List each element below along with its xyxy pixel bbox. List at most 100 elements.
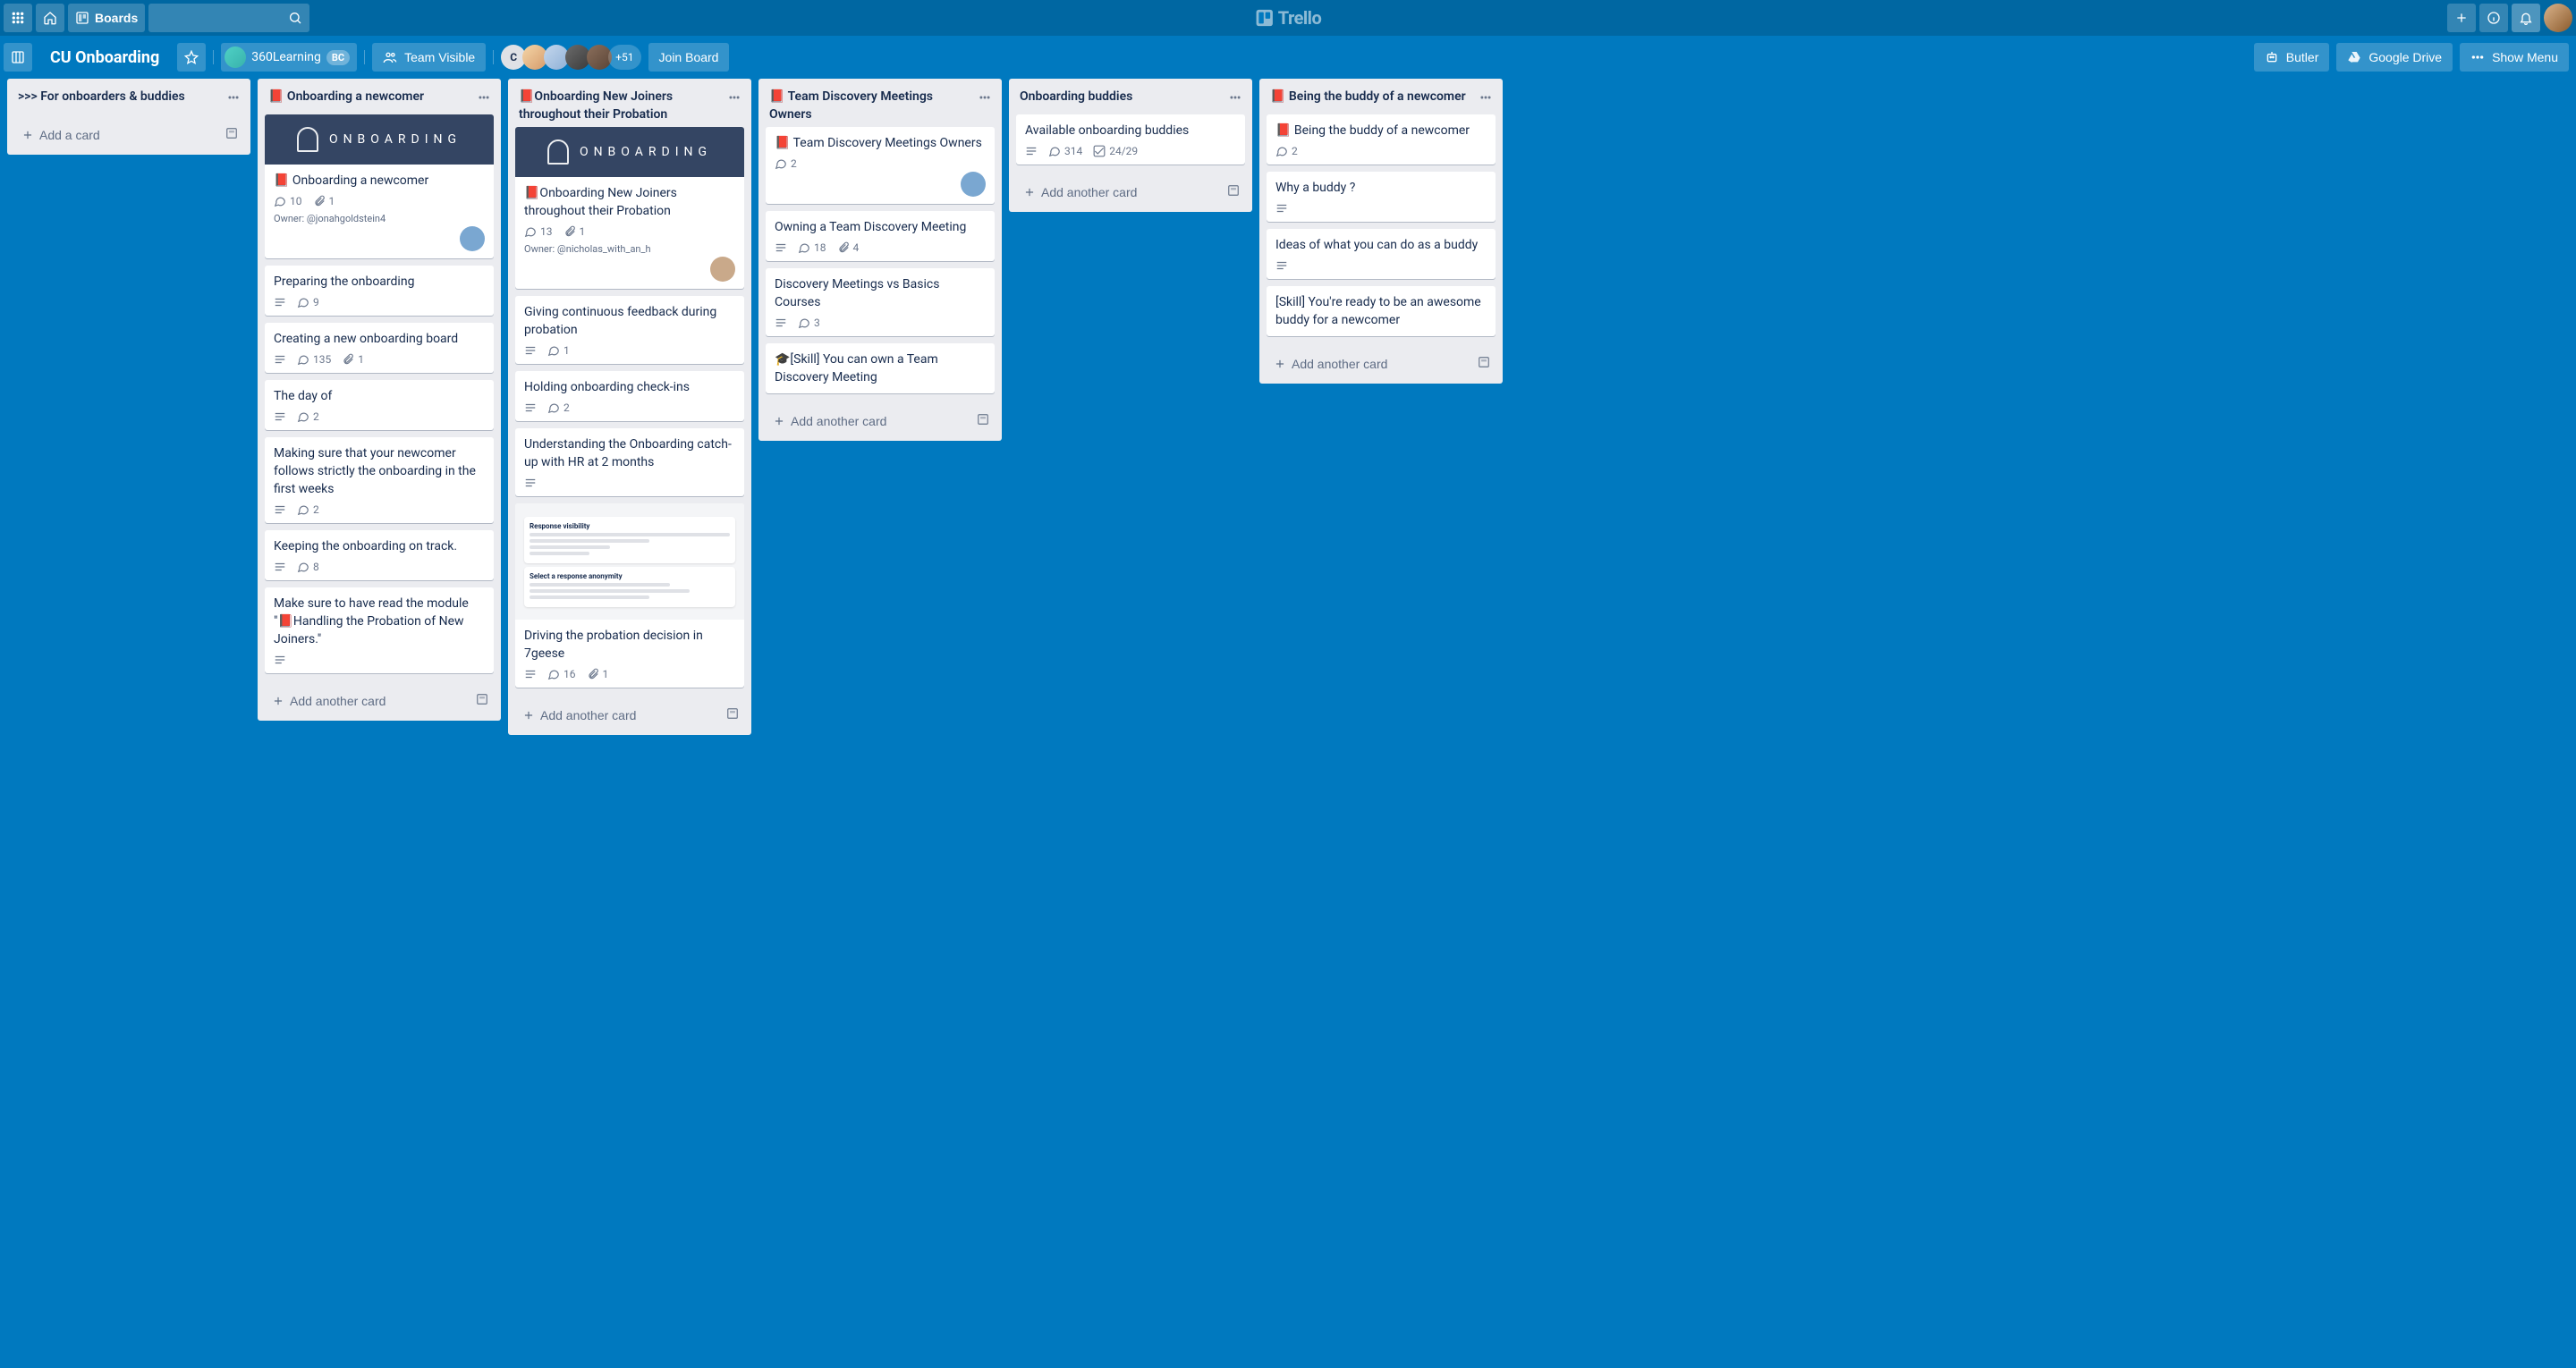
- member-stack[interactable]: C +51: [501, 45, 640, 70]
- card-cover-image: Response visibility Select a response an…: [515, 503, 744, 620]
- notifications-button[interactable]: [2512, 4, 2540, 32]
- card-member-avatar[interactable]: [710, 257, 735, 282]
- list-menu-button[interactable]: [1225, 88, 1245, 111]
- apps-button[interactable]: [4, 4, 32, 32]
- card[interactable]: Creating a new onboarding board1351: [265, 323, 494, 373]
- team-chip[interactable]: 360Learning BC: [221, 43, 357, 72]
- info-button[interactable]: [2479, 4, 2508, 32]
- boards-button[interactable]: Boards: [68, 4, 145, 32]
- card-template-button[interactable]: [971, 408, 995, 434]
- add-card-button[interactable]: Add another card: [1016, 180, 1218, 205]
- visibility-button[interactable]: Team Visible: [372, 43, 486, 72]
- card[interactable]: Owning a Team Discovery Meeting184: [766, 211, 995, 261]
- list-menu-button[interactable]: [1476, 88, 1496, 111]
- card[interactable]: 📕 Being the buddy of a newcomer2: [1267, 114, 1496, 165]
- join-board-button[interactable]: Join Board: [648, 43, 730, 72]
- join-label: Join Board: [659, 50, 719, 64]
- card[interactable]: [Skill] You're ready to be an awesome bu…: [1267, 286, 1496, 336]
- team-name: 360Learning: [251, 50, 321, 64]
- card-member-avatar[interactable]: [460, 226, 485, 251]
- add-card-button[interactable]: Add a card: [14, 122, 216, 148]
- add-card-button[interactable]: Add another card: [265, 688, 467, 714]
- card[interactable]: Why a buddy ?: [1267, 172, 1496, 222]
- card-owner: Owner: @nicholas_with_an_h: [524, 243, 735, 255]
- comment-icon: [297, 296, 309, 308]
- card[interactable]: Holding onboarding check-ins2: [515, 371, 744, 421]
- description-badge: [274, 353, 286, 366]
- card-member-avatar[interactable]: [961, 172, 986, 197]
- card[interactable]: Available onboarding buddies31424/29: [1016, 114, 1245, 165]
- home-button[interactable]: [36, 4, 64, 32]
- card[interactable]: The day of2: [265, 380, 494, 430]
- card-template-button[interactable]: [470, 688, 494, 714]
- card-badges: 161: [524, 668, 735, 680]
- list-title[interactable]: >>> For onboarders & buddies: [18, 88, 224, 106]
- list-menu-button[interactable]: [975, 88, 995, 111]
- list-menu-button[interactable]: [724, 88, 744, 111]
- desc-icon: [524, 668, 537, 680]
- butler-button[interactable]: Butler: [2254, 43, 2330, 72]
- card-title: Keeping the onboarding on track.: [274, 537, 485, 555]
- top-nav: Boards Trello: [0, 0, 2576, 36]
- card[interactable]: Keeping the onboarding on track.8: [265, 530, 494, 580]
- star-button[interactable]: [177, 43, 206, 72]
- card[interactable]: Making sure that your newcomer follows s…: [265, 437, 494, 523]
- card[interactable]: Giving continuous feedback during probat…: [515, 296, 744, 364]
- list-cards: ONBOARDING📕 Onboarding a newcomer101Owne…: [258, 114, 501, 680]
- card[interactable]: 📕 Team Discovery Meetings Owners2: [766, 127, 995, 204]
- list-menu-button[interactable]: [474, 88, 494, 111]
- add-card-button[interactable]: Add another card: [1267, 351, 1469, 376]
- profile-avatar[interactable]: [2544, 4, 2572, 32]
- card[interactable]: Discovery Meetings vs Basics Courses3: [766, 268, 995, 336]
- logo[interactable]: Trello: [1255, 7, 1322, 29]
- card[interactable]: Response visibility Select a response an…: [515, 503, 744, 688]
- list-menu-button[interactable]: [224, 88, 243, 111]
- template-icon: [1227, 184, 1240, 197]
- card[interactable]: ONBOARDING📕Onboarding New Joiners throug…: [515, 127, 744, 289]
- comment-icon: [297, 561, 309, 573]
- list: 📕 Being the buddy of a newcomer 📕 Being …: [1259, 79, 1503, 384]
- boards-label: Boards: [95, 11, 138, 25]
- comments-badge: 3: [798, 317, 820, 329]
- card-body: Driving the probation decision in 7geese…: [515, 620, 744, 688]
- more-members[interactable]: +51: [608, 45, 640, 70]
- list: >>> For onboarders & buddies Add a card: [7, 79, 250, 155]
- card-title: 🎓[Skill] You can own a Team Discovery Me…: [775, 350, 986, 386]
- card[interactable]: Ideas of what you can do as a buddy: [1267, 229, 1496, 279]
- list-title[interactable]: 📕 Team Discovery Meetings Owners: [769, 88, 975, 123]
- card[interactable]: ONBOARDING📕 Onboarding a newcomer101Owne…: [265, 114, 494, 258]
- card-template-button[interactable]: [1472, 350, 1496, 376]
- add-card-button[interactable]: Add another card: [766, 409, 968, 434]
- star-icon: [184, 50, 199, 64]
- list-title[interactable]: 📕 Onboarding a newcomer: [268, 88, 474, 106]
- list-title[interactable]: 📕 Being the buddy of a newcomer: [1270, 88, 1476, 106]
- card[interactable]: Make sure to have read the module "📕Hand…: [265, 587, 494, 673]
- card-badges: 184: [775, 241, 986, 254]
- template-icon: [977, 413, 989, 426]
- separator: [493, 50, 494, 64]
- comments-count: 2: [564, 401, 570, 414]
- google-drive-button[interactable]: Google Drive: [2336, 43, 2453, 72]
- card-body: Understanding the Onboarding catch-up wi…: [515, 428, 744, 496]
- board-title[interactable]: CU Onboarding: [39, 43, 170, 72]
- board-view-button[interactable]: [4, 43, 32, 72]
- add-card-button[interactable]: Add another card: [515, 703, 717, 728]
- comments-badge: 16: [547, 668, 576, 680]
- card-template-button[interactable]: [220, 122, 243, 148]
- show-menu-button[interactable]: Show Menu: [2460, 43, 2569, 72]
- search-input[interactable]: [148, 4, 309, 32]
- search-icon: [288, 11, 302, 25]
- list-title[interactable]: 📕Onboarding New Joiners throughout their…: [519, 88, 724, 123]
- list-title[interactable]: Onboarding buddies: [1020, 88, 1225, 106]
- comments-badge: 2: [297, 503, 319, 516]
- create-button[interactable]: [2447, 4, 2476, 32]
- comments-count: 135: [313, 353, 331, 366]
- card[interactable]: Preparing the onboarding9: [265, 266, 494, 316]
- desc-icon: [1275, 202, 1288, 215]
- card-template-button[interactable]: [1222, 179, 1245, 205]
- card[interactable]: 🎓[Skill] You can own a Team Discovery Me…: [766, 343, 995, 393]
- add-card-label: Add another card: [540, 708, 636, 722]
- card[interactable]: Understanding the Onboarding catch-up wi…: [515, 428, 744, 496]
- board-canvas[interactable]: >>> For onboarders & buddies Add a card …: [0, 79, 2576, 1368]
- card-template-button[interactable]: [721, 702, 744, 728]
